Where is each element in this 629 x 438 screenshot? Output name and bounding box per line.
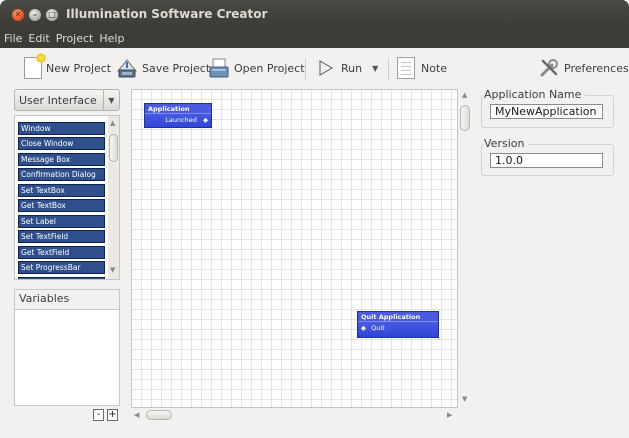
block-palette: Window Close Window Message Box Confirma… — [14, 115, 120, 280]
save-icon — [116, 59, 138, 78]
scroll-right-icon[interactable]: ▶ — [447, 411, 452, 419]
window-title: Illumination Software Creator — [66, 7, 268, 21]
new-document-icon — [24, 53, 46, 79]
menu-edit[interactable]: Edit — [28, 32, 49, 45]
toolbar-separator — [305, 58, 306, 80]
block-get-textbox[interactable]: Get TextBox — [18, 199, 105, 212]
scroll-down-icon[interactable]: ▼ — [110, 266, 115, 274]
close-window-icon[interactable]: ✕ — [12, 9, 24, 21]
note-button[interactable]: Note — [397, 48, 447, 88]
canvas-vertical-scrollbar[interactable]: ▲ ▼ — [459, 89, 471, 408]
remove-variable-button[interactable]: - — [93, 409, 104, 421]
minimize-window-icon[interactable]: – — [29, 9, 41, 21]
menu-help[interactable]: Help — [99, 32, 124, 45]
design-canvas[interactable]: Application Launched ◆ Quit Application … — [131, 89, 458, 408]
save-project-button[interactable]: Save Project — [116, 48, 210, 88]
maximize-window-icon[interactable]: □ — [46, 9, 58, 21]
variables-header: Variables — [14, 289, 120, 309]
block-palette-scrollbar[interactable]: ▲ ▼ — [108, 116, 119, 279]
application-name-label: Application Name — [484, 88, 586, 101]
run-button[interactable]: Run ▼ — [318, 48, 378, 88]
block-get-textfield[interactable]: Get TextField — [18, 246, 105, 259]
menu-bar: File Edit Project Help — [0, 28, 629, 48]
variables-list[interactable] — [14, 309, 120, 406]
launched-port[interactable]: Launched ◆ — [145, 114, 211, 125]
block-partial[interactable] — [18, 277, 105, 279]
quit-application-node[interactable]: Quit Application ◆ Quit — [357, 311, 439, 338]
toolbar: New Project Save Project Open Project Ru… — [0, 48, 629, 88]
output-port-icon[interactable]: ◆ — [203, 116, 208, 124]
scrollbar-thumb[interactable] — [460, 105, 470, 131]
block-set-progressbar[interactable]: Set ProgressBar — [18, 261, 105, 274]
launched-port-label: Launched — [165, 116, 197, 124]
canvas-horizontal-scrollbar[interactable]: ◀ ▶ — [131, 409, 458, 421]
preferences-label: Preferences — [564, 61, 629, 75]
application-node[interactable]: Application Launched ◆ — [144, 103, 212, 128]
category-select[interactable]: User Interface ▼ — [14, 89, 120, 111]
quit-port-label: Quit — [371, 324, 385, 332]
quit-application-node-title: Quit Application — [358, 312, 438, 322]
block-set-textbox[interactable]: Set TextBox — [18, 184, 105, 197]
open-project-button[interactable]: Open Project — [208, 48, 305, 88]
open-project-label: Open Project — [234, 61, 305, 75]
scroll-down-icon[interactable]: ▼ — [462, 395, 467, 403]
quit-port[interactable]: ◆ Quit — [358, 322, 438, 333]
application-name-field[interactable]: MyNewApplication — [490, 104, 603, 119]
scroll-up-icon[interactable]: ▲ — [462, 91, 467, 99]
scrollbar-thumb[interactable] — [109, 134, 118, 162]
application-node-title: Application — [145, 104, 211, 114]
run-label: Run — [341, 61, 363, 75]
new-project-button[interactable]: New Project — [24, 48, 111, 88]
block-close-window[interactable]: Close Window — [18, 137, 105, 150]
tools-icon — [540, 59, 558, 77]
title-bar: ✕ – □ Illumination Software Creator — [0, 0, 629, 28]
menu-file[interactable]: File — [4, 32, 22, 45]
add-variable-button[interactable]: + — [107, 409, 118, 421]
block-set-label[interactable]: Set Label — [18, 215, 105, 228]
scrollbar-thumb[interactable] — [146, 410, 172, 420]
version-label: Version — [484, 137, 529, 150]
chevron-down-icon[interactable]: ▼ — [103, 90, 119, 110]
category-select-value: User Interface — [19, 93, 97, 107]
save-project-label: Save Project — [142, 61, 211, 75]
chevron-down-icon[interactable]: ▼ — [372, 64, 378, 73]
open-folder-icon — [209, 58, 229, 78]
note-label: Note — [421, 61, 448, 75]
version-field[interactable]: 1.0.0 — [490, 153, 603, 168]
scroll-up-icon[interactable]: ▲ — [110, 119, 115, 127]
block-window[interactable]: Window — [18, 122, 105, 135]
play-icon — [319, 60, 333, 76]
input-port-icon[interactable]: ◆ — [361, 324, 366, 332]
app-window: ✕ – □ Illumination Software Creator File… — [0, 0, 629, 438]
block-set-textfield[interactable]: Set TextField — [18, 230, 105, 243]
note-icon — [397, 57, 415, 79]
scroll-left-icon[interactable]: ◀ — [134, 411, 139, 419]
toolbar-separator — [388, 58, 389, 80]
block-message-box[interactable]: Message Box — [18, 153, 105, 166]
block-confirmation-dialog[interactable]: Confirmation Dialog — [18, 168, 105, 181]
menu-project[interactable]: Project — [56, 32, 94, 45]
new-project-label: New Project — [46, 61, 112, 75]
preferences-button[interactable]: Preferences — [538, 48, 629, 88]
